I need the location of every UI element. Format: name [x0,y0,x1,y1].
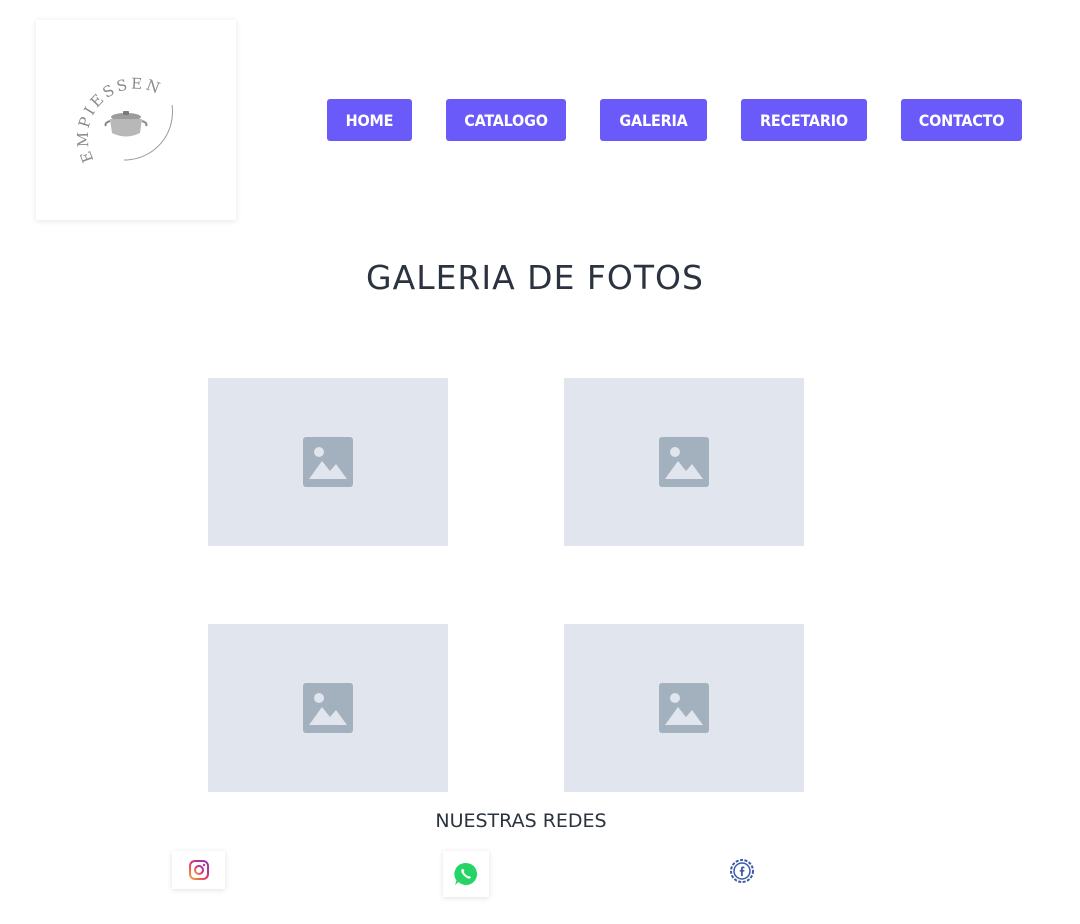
nav-recetario-button[interactable]: RECETARIO [741,99,867,141]
gallery-photo[interactable] [208,378,448,546]
logo[interactable]: EMPIESSEN [36,20,236,220]
nav-catalogo-button[interactable]: CATALOGO [446,99,566,141]
instagram-icon [188,860,209,880]
facebook-link[interactable] [726,855,758,887]
image-placeholder-icon [303,683,353,733]
whatsapp-icon [454,862,478,885]
nav-home-button[interactable]: HOME [327,99,412,141]
nav-contacto-button[interactable]: CONTACTO [901,99,1022,141]
gallery-photo[interactable] [564,624,804,792]
logo-emblem: EMPIESSEN [74,74,173,165]
image-placeholder-icon [659,437,709,487]
instagram-link[interactable] [172,851,225,889]
gallery-photo[interactable] [564,378,804,546]
image-placeholder-icon [659,683,709,733]
page-title: GALERIA DE FOTOS [366,258,704,297]
facebook-icon [730,859,754,883]
pot-icon [104,111,148,137]
whatsapp-link[interactable] [443,851,489,897]
nav-galeria-button[interactable]: GALERIA [600,99,707,141]
image-placeholder-icon [303,437,353,487]
gallery-photo[interactable] [208,624,448,792]
social-section-title: NUESTRAS REDES [435,810,607,832]
